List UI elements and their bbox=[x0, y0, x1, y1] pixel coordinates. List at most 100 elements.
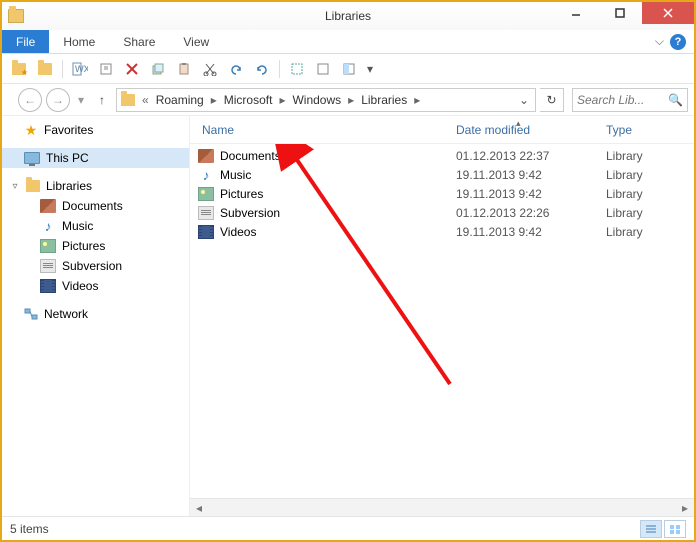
address-dropdown-icon[interactable]: ⌄ bbox=[517, 93, 531, 107]
chevron-right-icon[interactable]: ▸ bbox=[276, 93, 288, 107]
sidebar-item-label: This PC bbox=[46, 151, 89, 165]
file-date: 01.12.2013 22:26 bbox=[444, 206, 594, 220]
horizontal-scrollbar[interactable]: ◂ ▸ bbox=[190, 498, 694, 516]
table-row[interactable]: Videos19.11.2013 9:42Library bbox=[190, 222, 694, 241]
table-row[interactable]: Pictures19.11.2013 9:42Library bbox=[190, 184, 694, 203]
navigation-pane[interactable]: ★ Favorites This PC ▿ Libraries Document… bbox=[2, 116, 190, 516]
main-area: ★ Favorites This PC ▿ Libraries Document… bbox=[2, 116, 694, 516]
back-button[interactable]: ← bbox=[18, 88, 42, 112]
table-row[interactable]: ♪Music19.11.2013 9:42Library bbox=[190, 165, 694, 184]
rename-button[interactable]: wx bbox=[69, 58, 91, 80]
videos-icon bbox=[198, 225, 214, 239]
qat-overflow-button[interactable]: ▾ bbox=[364, 58, 376, 80]
file-tab[interactable]: File bbox=[2, 30, 49, 53]
new-folder-button[interactable] bbox=[8, 58, 30, 80]
tab-view[interactable]: View bbox=[169, 30, 223, 53]
refresh-button[interactable]: ↻ bbox=[540, 88, 564, 112]
column-headers: Name ▴ Date modified Type bbox=[190, 116, 694, 144]
paste-button[interactable] bbox=[173, 58, 195, 80]
pictures-icon bbox=[198, 187, 214, 201]
icons-view-button[interactable] bbox=[664, 520, 686, 538]
file-type: Library bbox=[594, 225, 694, 239]
videos-icon bbox=[40, 279, 56, 293]
cut-button[interactable] bbox=[199, 58, 221, 80]
address-bar[interactable]: « Roaming ▸ Microsoft ▸ Windows ▸ Librar… bbox=[116, 88, 536, 112]
sidebar-item-documents[interactable]: Documents bbox=[2, 196, 189, 216]
details-view-button[interactable] bbox=[640, 520, 662, 538]
search-box[interactable]: 🔍 bbox=[572, 88, 688, 112]
minimize-button[interactable] bbox=[554, 2, 598, 24]
table-row[interactable]: Subversion 01.12.2013 22:26Library bbox=[190, 203, 694, 222]
copy-button[interactable] bbox=[147, 58, 169, 80]
delete-button[interactable] bbox=[121, 58, 143, 80]
chevron-right-icon[interactable]: ▸ bbox=[208, 93, 220, 107]
selectall-button[interactable] bbox=[286, 58, 308, 80]
sidebar-item-label: Subversion bbox=[62, 259, 122, 273]
help-button[interactable]: ? bbox=[670, 34, 686, 50]
sidebar-item-pictures[interactable]: Pictures bbox=[2, 236, 189, 256]
libraries-icon bbox=[26, 180, 40, 192]
maximize-button[interactable] bbox=[598, 2, 642, 24]
file-type: Library bbox=[594, 149, 694, 163]
network-icon bbox=[24, 308, 38, 320]
sidebar-libraries[interactable]: ▿ Libraries bbox=[2, 176, 189, 196]
file-rows[interactable]: Documents01.12.2013 22:37Library♪Music19… bbox=[190, 144, 694, 498]
sidebar-item-label: Documents bbox=[62, 199, 123, 213]
close-button[interactable] bbox=[642, 2, 694, 24]
forward-button[interactable]: → bbox=[46, 88, 70, 112]
nav-bar: ← → ▾ ↑ « Roaming ▸ Microsoft ▸ Windows … bbox=[2, 84, 694, 116]
invertsel-button[interactable] bbox=[338, 58, 360, 80]
selectnone-button[interactable] bbox=[312, 58, 334, 80]
star-icon: ★ bbox=[24, 123, 38, 137]
sidebar-item-music[interactable]: ♪Music bbox=[2, 216, 189, 236]
sidebar-item-label: Network bbox=[44, 307, 88, 321]
folder-icon bbox=[8, 9, 24, 23]
undo-button[interactable] bbox=[225, 58, 247, 80]
file-name: Pictures bbox=[220, 187, 263, 201]
tab-share[interactable]: Share bbox=[109, 30, 169, 53]
up-button[interactable]: ↑ bbox=[92, 90, 112, 110]
explorer-window: Libraries File Home Share View ⌵ ? wx bbox=[0, 0, 696, 542]
crumb-libraries[interactable]: Libraries bbox=[359, 93, 409, 107]
sidebar-thispc[interactable]: This PC bbox=[2, 148, 189, 168]
scroll-left-icon[interactable]: ◂ bbox=[190, 500, 208, 516]
sidebar-item-videos[interactable]: Videos bbox=[2, 276, 189, 296]
view-buttons bbox=[640, 520, 686, 538]
status-text: 5 items bbox=[10, 522, 49, 536]
file-type: Library bbox=[594, 206, 694, 220]
chevron-right-icon[interactable]: ▸ bbox=[411, 93, 423, 107]
window-title: Libraries bbox=[325, 9, 371, 23]
sidebar-item-label: Videos bbox=[62, 279, 98, 293]
file-name: Videos bbox=[220, 225, 256, 239]
quick-access-toolbar: wx ▾ bbox=[2, 54, 694, 84]
open-folder-button[interactable] bbox=[34, 58, 56, 80]
recent-locations-button[interactable]: ▾ bbox=[74, 88, 88, 112]
file-name: Subversion bbox=[220, 206, 280, 220]
crumb-microsoft[interactable]: Microsoft bbox=[222, 93, 275, 107]
expand-icon[interactable]: ▿ bbox=[10, 181, 20, 192]
col-name[interactable]: Name bbox=[190, 123, 444, 137]
scroll-right-icon[interactable]: ▸ bbox=[676, 500, 694, 516]
properties-button[interactable] bbox=[95, 58, 117, 80]
ribbon-collapse-icon[interactable]: ⌵ bbox=[655, 34, 664, 49]
sidebar-item-label: Libraries bbox=[46, 179, 92, 193]
crumb-roaming[interactable]: Roaming bbox=[154, 93, 206, 107]
crumb-windows[interactable]: Windows bbox=[290, 93, 343, 107]
pictures-icon bbox=[40, 239, 56, 253]
documents-icon bbox=[198, 149, 214, 163]
sidebar-item-subversion[interactable]: Subversion bbox=[2, 256, 189, 276]
ribbon-right: ⌵ ? bbox=[655, 30, 694, 53]
col-type[interactable]: Type bbox=[594, 123, 694, 137]
sidebar-network[interactable]: Network bbox=[2, 304, 189, 324]
chevron-right-icon[interactable]: ▸ bbox=[345, 93, 357, 107]
redo-button[interactable] bbox=[251, 58, 273, 80]
table-row[interactable]: Documents01.12.2013 22:37Library bbox=[190, 146, 694, 165]
svg-text:wx: wx bbox=[74, 62, 88, 75]
pc-icon bbox=[24, 152, 40, 164]
ribbon: File Home Share View ⌵ ? bbox=[2, 30, 694, 54]
search-input[interactable] bbox=[577, 93, 657, 107]
sort-indicator-icon: ▴ bbox=[516, 118, 521, 129]
tab-home[interactable]: Home bbox=[49, 30, 109, 53]
sidebar-favorites[interactable]: ★ Favorites bbox=[2, 120, 189, 140]
status-bar: 5 items bbox=[2, 516, 694, 540]
